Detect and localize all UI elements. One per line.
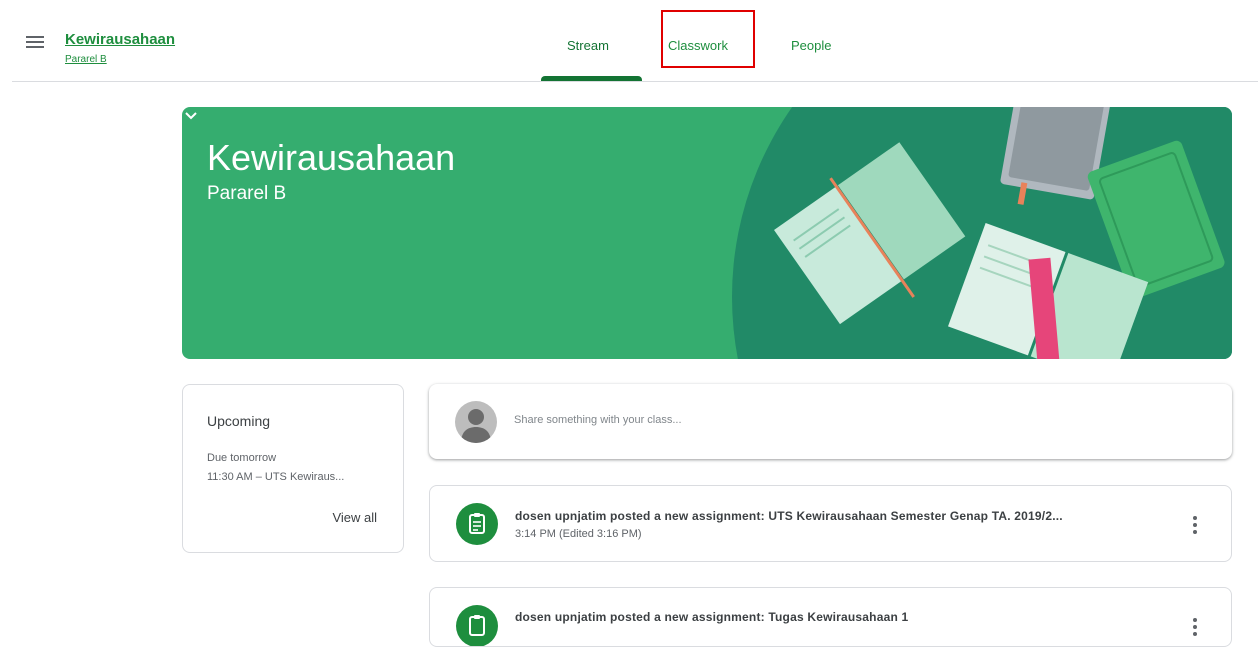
- view-all-button[interactable]: View all: [332, 510, 377, 525]
- tab-people[interactable]: People: [791, 38, 831, 53]
- header-divider: [12, 81, 1258, 82]
- post-title[interactable]: dosen upnjatim posted a new assignment: …: [515, 509, 1063, 523]
- upcoming-title: Upcoming: [207, 413, 271, 429]
- upcoming-item-link[interactable]: 11:30 AM – UTS Kewiraus...: [207, 471, 344, 483]
- post-title[interactable]: dosen upnjatim posted a new assignment: …: [515, 610, 908, 624]
- top-app-bar: Kewirausahaan Pararel B Stream Classwork…: [0, 0, 1258, 81]
- assignment-post[interactable]: dosen upnjatim posted a new assignment: …: [429, 587, 1232, 647]
- avatar: [455, 401, 497, 443]
- main-menu-icon[interactable]: [24, 36, 46, 50]
- share-post-box[interactable]: Share something with your class...: [429, 384, 1232, 459]
- more-options-icon[interactable]: [1193, 516, 1197, 534]
- share-placeholder: Share something with your class...: [514, 414, 682, 426]
- class-section-link[interactable]: Pararel B: [65, 54, 107, 65]
- post-timestamp: 3:14 PM (Edited 3:16 PM): [515, 528, 642, 540]
- upcoming-card: Upcoming Due tomorrow 11:30 AM – UTS Kew…: [182, 384, 404, 553]
- user-avatar-icon: [461, 409, 491, 443]
- tab-stream[interactable]: Stream: [567, 38, 609, 53]
- assignment-post[interactable]: dosen upnjatim posted a new assignment: …: [429, 485, 1232, 562]
- class-name-link[interactable]: Kewirausahaan: [65, 31, 175, 48]
- assignment-icon[interactable]: [456, 503, 498, 545]
- more-options-icon[interactable]: [1193, 618, 1197, 636]
- banner-subtitle: Pararel B: [207, 183, 287, 204]
- chevron-down-icon[interactable]: [182, 107, 200, 125]
- classwork-highlight-box: [661, 10, 755, 68]
- assignment-icon[interactable]: [456, 605, 498, 646]
- class-banner: Kewirausahaan Pararel B: [182, 107, 1232, 359]
- upcoming-due-label: Due tomorrow: [207, 452, 277, 464]
- banner-title: Kewirausahaan: [207, 137, 456, 178]
